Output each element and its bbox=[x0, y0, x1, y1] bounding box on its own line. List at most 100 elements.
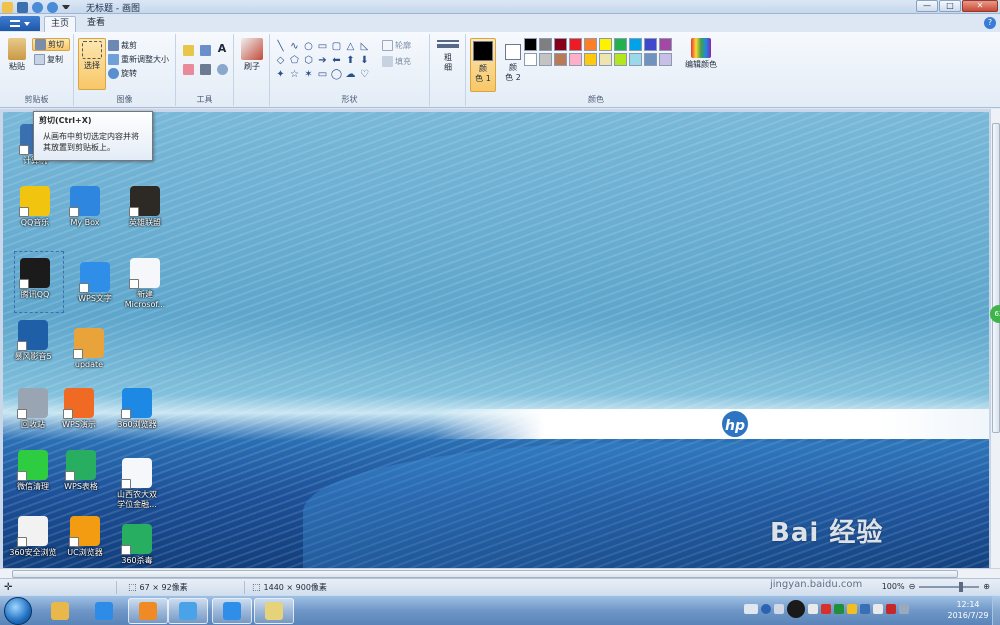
color-picker-icon[interactable] bbox=[200, 64, 211, 75]
shape-item[interactable]: ▭ bbox=[316, 40, 329, 54]
qat-dropdown-icon[interactable] bbox=[62, 5, 70, 9]
desktop-icon[interactable]: 360安全浏览 bbox=[3, 516, 63, 558]
taskbar-paint-button[interactable] bbox=[254, 598, 294, 624]
save-icon[interactable] bbox=[17, 1, 28, 13]
paint-app-icon[interactable] bbox=[2, 1, 13, 13]
zoom-slider[interactable] bbox=[919, 581, 980, 592]
paste-button[interactable]: 粘贴 bbox=[4, 38, 30, 72]
maximize-button[interactable]: □ bbox=[939, 0, 961, 12]
zoom-in-button[interactable]: ⊕ bbox=[983, 582, 990, 591]
help-icon[interactable]: ? bbox=[984, 17, 996, 29]
desktop-icon[interactable]: update bbox=[59, 328, 119, 370]
copy-button[interactable]: 复制 bbox=[34, 54, 63, 65]
palette-swatch[interactable] bbox=[569, 38, 582, 51]
fill-button[interactable]: 填充 bbox=[382, 56, 411, 67]
shield-icon[interactable] bbox=[834, 604, 844, 614]
eraser-icon[interactable] bbox=[183, 64, 194, 75]
file-menu-button[interactable] bbox=[0, 16, 40, 31]
desktop-icon[interactable]: 新建 Microsof... bbox=[115, 258, 175, 310]
taskbar-explorer-button[interactable] bbox=[40, 598, 80, 624]
palette-swatch[interactable] bbox=[644, 38, 657, 51]
signal-icon[interactable] bbox=[873, 604, 883, 614]
shape-item[interactable]: ⬇ bbox=[358, 54, 371, 68]
color1-button[interactable]: 颜 色 1 bbox=[470, 38, 496, 92]
taskbar-ie-button[interactable] bbox=[84, 598, 124, 624]
shape-item[interactable]: ✶ bbox=[302, 68, 315, 82]
desktop-icon[interactable]: 360浏览器 bbox=[107, 388, 167, 430]
shape-item[interactable]: ⬅ bbox=[330, 54, 343, 68]
volume-icon[interactable] bbox=[899, 604, 909, 614]
show-desktop-button[interactable] bbox=[992, 596, 1000, 625]
shape-item[interactable]: ○ bbox=[302, 40, 315, 54]
shape-item[interactable]: ⬡ bbox=[302, 54, 315, 68]
taskbar-wps-button[interactable] bbox=[212, 598, 252, 624]
security-icon[interactable] bbox=[847, 604, 857, 614]
cut-button[interactable]: 剪切 bbox=[32, 38, 70, 51]
minimize-button[interactable]: — bbox=[916, 0, 938, 12]
shapes-gallery[interactable]: ╲ ∿ ○ ▭ ▢ △ ◺ ◇ ⬠ ⬡ ➔ ⬅ ⬆ ⬇ ✦ ☆ ✶ ▭ ◯ ☁ ♡ bbox=[274, 40, 370, 82]
tray-arrow-icon[interactable] bbox=[808, 604, 818, 614]
desktop-icon[interactable]: 暴风影音5 bbox=[3, 320, 63, 362]
desktop-icon[interactable]: WPS表格 bbox=[51, 450, 111, 492]
palette-swatch[interactable] bbox=[569, 53, 582, 66]
palette-swatch[interactable] bbox=[614, 38, 627, 51]
help-tray-icon[interactable] bbox=[761, 604, 771, 614]
select-button[interactable]: 选择 bbox=[78, 38, 106, 90]
outline-button[interactable]: 轮廓 bbox=[382, 40, 411, 51]
desktop-icon[interactable]: WPS演示 bbox=[49, 388, 109, 430]
palette-swatch[interactable] bbox=[629, 38, 642, 51]
palette-swatch[interactable] bbox=[599, 38, 612, 51]
shape-item[interactable]: ⬆ bbox=[344, 54, 357, 68]
palette-swatch[interactable] bbox=[524, 53, 537, 66]
palette-swatch[interactable] bbox=[659, 38, 672, 51]
edit-colors-button[interactable]: 编辑颜色 bbox=[680, 38, 722, 70]
shape-item[interactable]: ⬠ bbox=[288, 54, 301, 68]
crop-button[interactable]: 裁剪 bbox=[108, 40, 137, 51]
palette-swatch[interactable] bbox=[524, 38, 537, 51]
shape-item[interactable]: ▭ bbox=[316, 68, 329, 82]
palette-swatch[interactable] bbox=[629, 53, 642, 66]
shape-item[interactable]: ╲ bbox=[274, 40, 287, 54]
resize-button[interactable]: 重新调整大小 bbox=[108, 54, 169, 65]
tab-home[interactable]: 主页 bbox=[44, 16, 76, 32]
palette-swatch[interactable] bbox=[539, 53, 552, 66]
help-large-icon[interactable] bbox=[787, 600, 805, 618]
tab-view[interactable]: 查看 bbox=[82, 16, 110, 32]
desktop-icon[interactable]: 腾讯QQ bbox=[5, 258, 65, 300]
palette-swatch[interactable] bbox=[554, 38, 567, 51]
shape-item[interactable]: ▢ bbox=[330, 40, 343, 54]
antivirus-icon[interactable] bbox=[821, 604, 831, 614]
brushes-button[interactable]: 刷子 bbox=[238, 38, 266, 72]
shape-item[interactable]: ◇ bbox=[274, 54, 287, 68]
shape-item[interactable]: ➔ bbox=[316, 54, 329, 68]
color2-button[interactable]: 颜 色 2 bbox=[500, 38, 526, 92]
shape-item[interactable]: ☁ bbox=[344, 68, 357, 82]
desktop-icon[interactable]: 山西农大双 学位金融... bbox=[107, 458, 167, 510]
pencil-icon[interactable] bbox=[183, 45, 194, 56]
palette-swatch[interactable] bbox=[599, 53, 612, 66]
desktop-icon[interactable]: My Box bbox=[55, 186, 115, 228]
close-button[interactable]: ✕ bbox=[962, 0, 998, 12]
paint-canvas[interactable]: hp 计算机QQ音乐My Box英雄联盟腾讯QQWPS文字新建Microsof.… bbox=[3, 112, 989, 568]
taskbar-uc-button[interactable] bbox=[128, 598, 168, 624]
palette-swatch[interactable] bbox=[614, 53, 627, 66]
palette-swatch[interactable] bbox=[584, 53, 597, 66]
shape-item[interactable]: ♡ bbox=[358, 68, 371, 82]
shape-item[interactable]: ☆ bbox=[288, 68, 301, 82]
palette-swatch[interactable] bbox=[584, 38, 597, 51]
palette-swatch[interactable] bbox=[644, 53, 657, 66]
keyboard-icon[interactable] bbox=[744, 604, 758, 614]
palette-swatch[interactable] bbox=[659, 53, 672, 66]
magnifier-icon[interactable] bbox=[217, 64, 228, 75]
taskbar-qq-browser-button[interactable] bbox=[168, 598, 208, 624]
palette-swatch[interactable] bbox=[554, 53, 567, 66]
rotate-button[interactable]: 旋转 bbox=[108, 68, 137, 79]
flag-icon[interactable] bbox=[886, 604, 896, 614]
shape-item[interactable]: ◺ bbox=[358, 40, 371, 54]
undo-icon[interactable] bbox=[32, 1, 43, 13]
shape-item[interactable]: ◯ bbox=[330, 68, 343, 82]
fill-bucket-icon[interactable] bbox=[200, 45, 211, 56]
vertical-scroll-thumb[interactable] bbox=[992, 123, 1000, 433]
tray-expand-icon[interactable] bbox=[774, 604, 784, 614]
start-button[interactable] bbox=[4, 597, 32, 625]
